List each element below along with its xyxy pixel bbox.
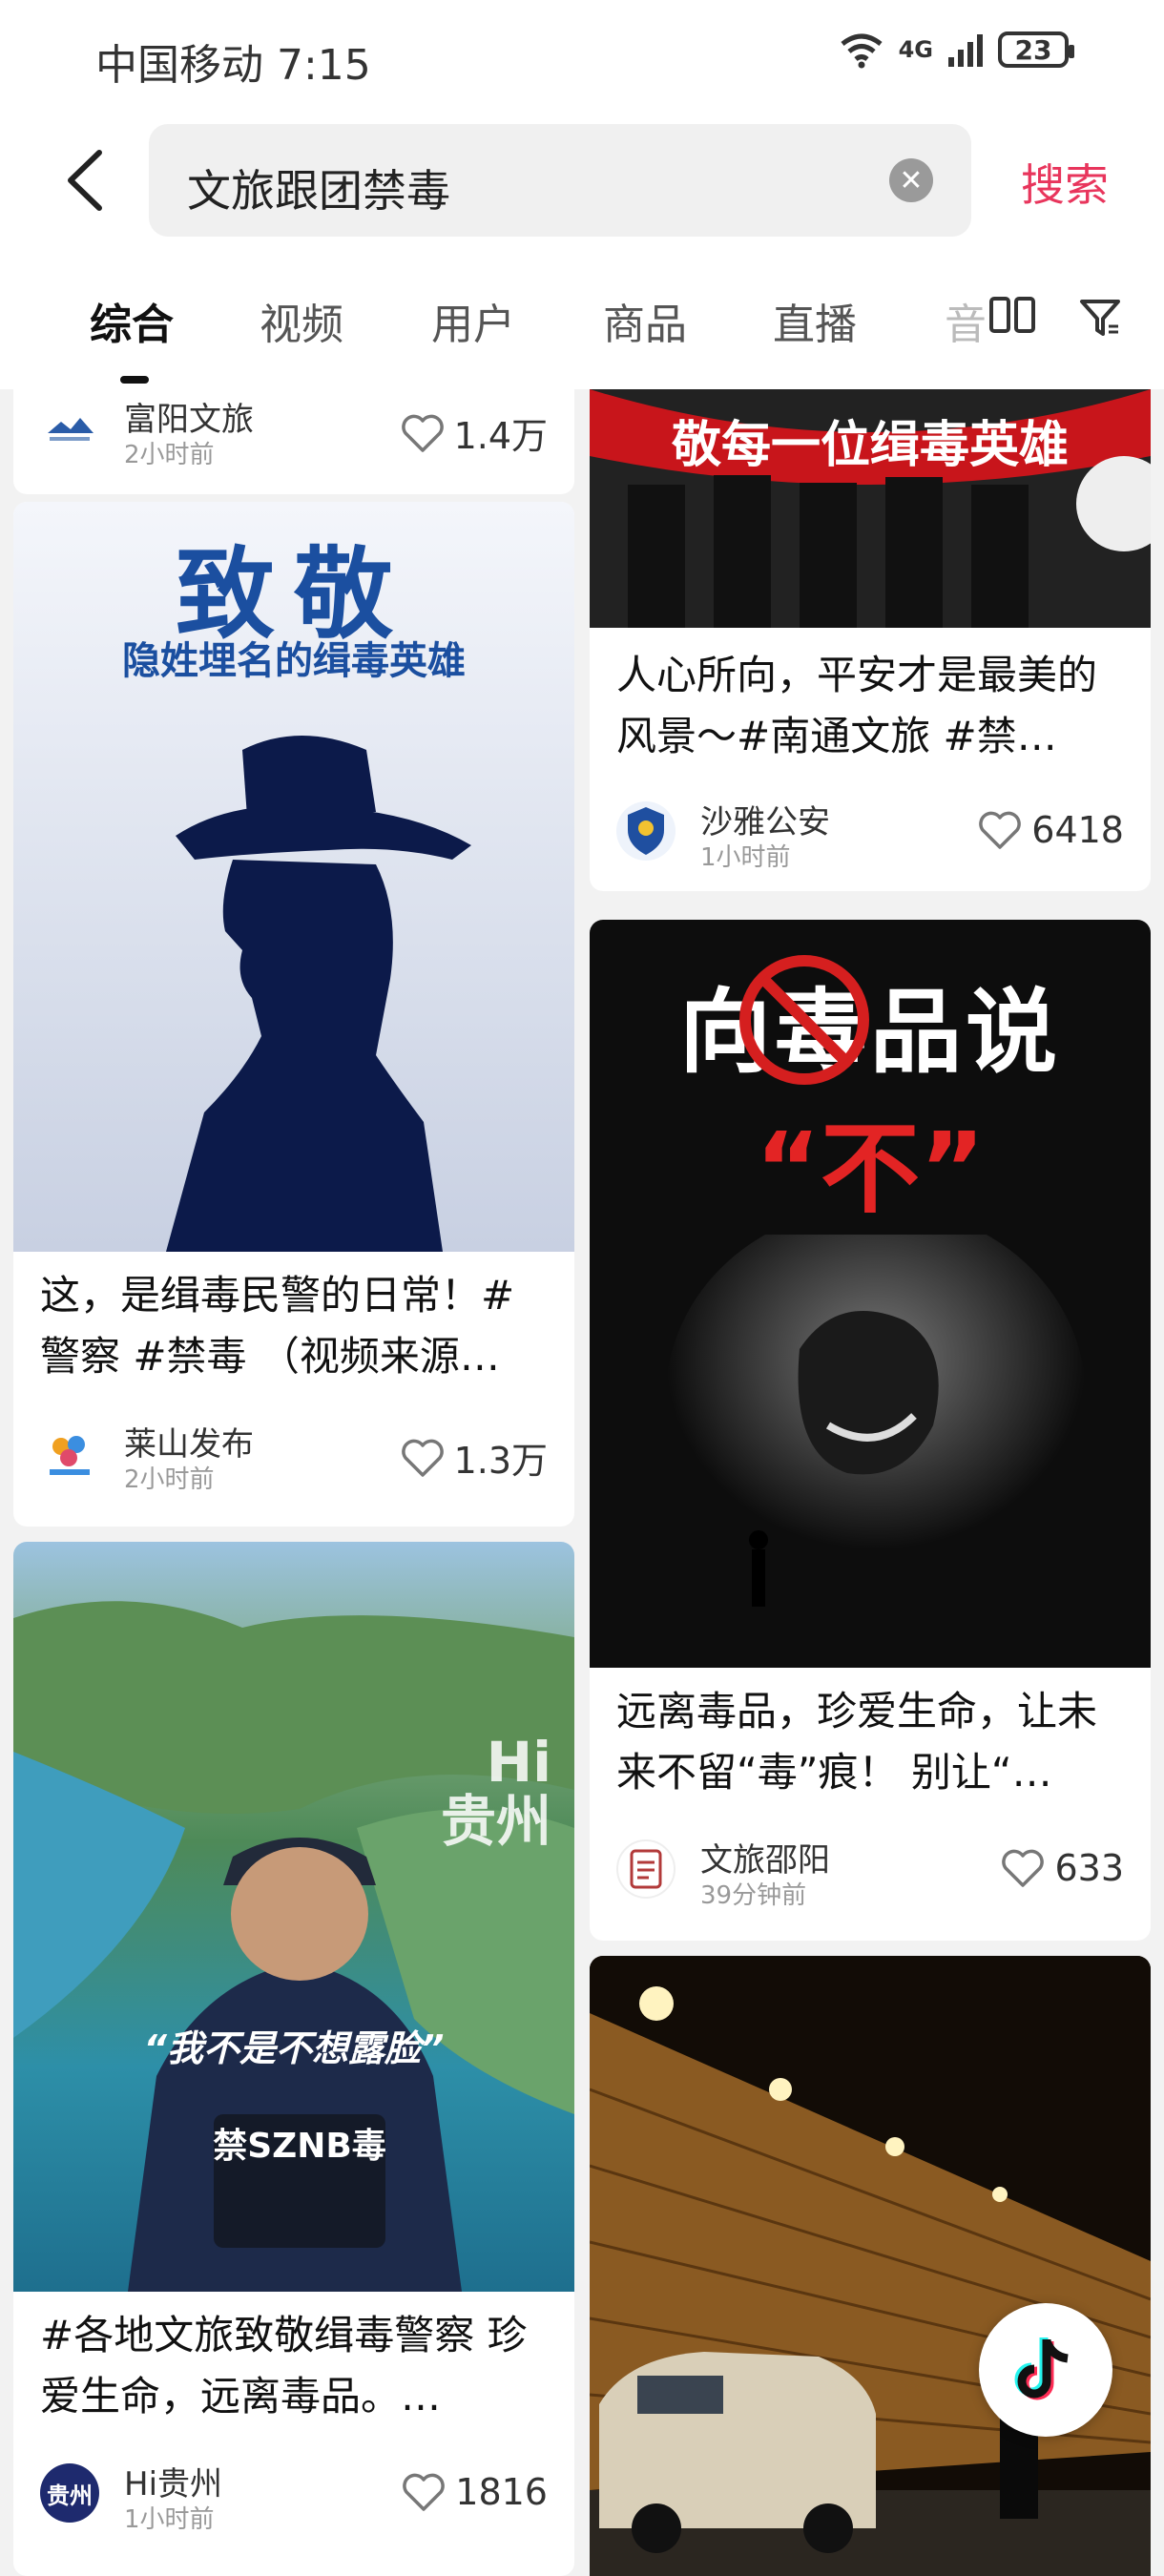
author-name[interactable]: 富阳文旅 — [124, 393, 254, 440]
status-bar: 中国移动 7:15 4G 23 — [0, 0, 1164, 113]
watermark-text: Hi贵州 — [440, 1730, 551, 1854]
smoke-art — [666, 1235, 1086, 1607]
tab-live[interactable]: 直播 — [773, 290, 857, 351]
results-feed: 富阳文旅 2小时前 1.4万 敬每一位缉毒英雄 人心所向，平安才是最美的风景～#… — [0, 389, 1164, 2576]
video-thumbnail[interactable]: 向毒品说 “不” — [590, 920, 1151, 1668]
avatar-text: 贵州 — [47, 2482, 93, 2509]
back-arrow-icon[interactable] — [59, 147, 116, 214]
video-caption: “我不是不想露脸” — [143, 2027, 445, 2069]
like-count-value: 1.3万 — [453, 1440, 548, 1482]
like-count[interactable]: 6418 — [978, 809, 1124, 851]
video-thumbnail[interactable]: Hi贵州 “我不是不想露脸” 禁SZNB毒 — [13, 1542, 574, 2292]
layout-toggle-icon[interactable] — [988, 296, 1036, 334]
author-name[interactable]: 莱山发布 — [124, 1418, 254, 1465]
network-type: 4G — [898, 36, 933, 63]
active-tab-indicator — [120, 376, 149, 384]
post-time: 2小时前 — [124, 441, 215, 469]
avatar: 贵州 — [40, 2463, 99, 2523]
avatar — [40, 399, 99, 458]
no-drugs-icon — [739, 955, 869, 1085]
post-time: 1小时前 — [124, 2505, 215, 2534]
thumbnail-banner: 敬每一位缉毒英雄 — [671, 416, 1069, 474]
heart-icon[interactable] — [401, 1439, 445, 1477]
result-card[interactable]: 敬每一位缉毒英雄 人心所向，平安才是最美的风景～#南通文旅 #禁… 沙雅公安 1… — [590, 389, 1151, 891]
tiktok-note-icon — [1014, 2337, 1069, 2400]
like-count[interactable]: 1816 — [402, 2471, 548, 2513]
result-card[interactable] — [590, 1956, 1151, 2576]
heart-icon[interactable] — [978, 811, 1022, 849]
post-title[interactable]: 远离毒品，珍爱生命，让未来不留“毒”痕！ 别让“… — [616, 1681, 1124, 1803]
author-name[interactable]: 文旅邵阳 — [700, 1834, 830, 1880]
post-title[interactable]: 人心所向，平安才是最美的风景～#南通文旅 #禁… — [616, 645, 1124, 767]
like-count-value: 1.4万 — [453, 415, 548, 457]
tab-overflow[interactable]: 音 — [945, 290, 987, 351]
clear-search-icon[interactable]: ✕ — [889, 158, 933, 202]
video-thumbnail[interactable]: 敬每一位缉毒英雄 — [590, 389, 1151, 628]
search-query[interactable]: 文旅跟团禁毒 — [187, 156, 450, 219]
like-count-value: 6418 — [1031, 809, 1124, 851]
result-card[interactable]: 致敬 隐姓埋名的缉毒英雄 这，是缉毒民警的日常！#警察 #禁毒 （视频来源… 莱… — [13, 502, 574, 1527]
post-title[interactable]: #各地文旅致敬缉毒警察 珍爱生命，远离毒品。… — [40, 2305, 548, 2427]
search-header: 文旅跟团禁毒 ✕ 搜索 — [0, 113, 1164, 246]
poster-subtitle: 隐姓埋名的缉毒英雄 — [122, 639, 466, 683]
tab-video[interactable]: 视频 — [260, 290, 343, 351]
floating-app-button[interactable] — [979, 2303, 1112, 2437]
police-silhouette-art — [166, 736, 471, 1252]
author-row: 富阳文旅 2小时前 1.4万 — [40, 393, 548, 469]
poster-subtitle: “不” — [755, 1111, 986, 1227]
heart-icon[interactable] — [401, 414, 445, 452]
search-button[interactable]: 搜索 — [1021, 151, 1109, 214]
author-row: 贵州 Hi贵州 1小时前 1816 — [40, 2458, 548, 2534]
author-row: 文旅邵阳 39分钟前 633 — [616, 1834, 1124, 1910]
result-card[interactable]: Hi贵州 “我不是不想露脸” 禁SZNB毒 #各地文旅致敬缉毒警察 珍爱生命，远… — [13, 1542, 574, 2576]
like-count[interactable]: 1.3万 — [401, 1431, 548, 1484]
like-count[interactable]: 633 — [1001, 1847, 1124, 1889]
like-count[interactable]: 1.4万 — [401, 406, 548, 459]
battery-indicator: 23 — [998, 31, 1074, 68]
signal-icon — [948, 34, 983, 67]
search-input[interactable]: 文旅跟团禁毒 ✕ — [149, 124, 971, 237]
heart-icon[interactable] — [1001, 1849, 1045, 1887]
post-time: 1小时前 — [700, 843, 791, 872]
tab-comprehensive[interactable]: 综合 — [90, 290, 174, 351]
vest-text: 禁SZNB毒 — [213, 2127, 386, 2166]
landscape-art — [13, 1601, 574, 2292]
avatar — [40, 1423, 99, 1483]
author-row: 沙雅公安 1小时前 6418 — [616, 796, 1124, 872]
carrier-time: 中国移动 7:15 — [95, 41, 371, 90]
like-count-value: 1816 — [455, 2471, 548, 2513]
wifi-icon — [841, 33, 883, 69]
author-name[interactable]: Hi贵州 — [124, 2458, 222, 2504]
author-row: 莱山发布 2小时前 1.3万 — [40, 1418, 548, 1494]
post-time: 2小时前 — [124, 1465, 215, 1494]
result-card[interactable]: 富阳文旅 2小时前 1.4万 — [13, 389, 574, 494]
tunnel-art — [590, 1956, 1151, 2576]
category-tabs: 综合 视频 用户 商品 直播 音 — [0, 246, 1164, 389]
post-time: 39分钟前 — [700, 1881, 807, 1910]
like-count-value: 633 — [1054, 1847, 1124, 1889]
tab-users[interactable]: 用户 — [431, 290, 515, 351]
avatar — [616, 801, 676, 861]
result-card[interactable]: 向毒品说 “不” 远离毒品，珍爱生命，让未来不留“毒”痕！ 别让“… 文旅邵阳 … — [590, 920, 1151, 1941]
author-name[interactable]: 沙雅公安 — [700, 796, 830, 842]
status-icons: 4G 23 — [838, 31, 1074, 69]
avatar — [616, 1839, 676, 1899]
tab-products[interactable]: 商品 — [603, 290, 687, 351]
heart-icon[interactable] — [402, 2473, 446, 2511]
filter-icon[interactable] — [1078, 296, 1122, 340]
post-title[interactable]: 这，是缉毒民警的日常！#警察 #禁毒 （视频来源… — [40, 1265, 548, 1387]
video-thumbnail[interactable] — [590, 1956, 1151, 2576]
video-thumbnail[interactable]: 致敬 隐姓埋名的缉毒英雄 — [13, 502, 574, 1252]
